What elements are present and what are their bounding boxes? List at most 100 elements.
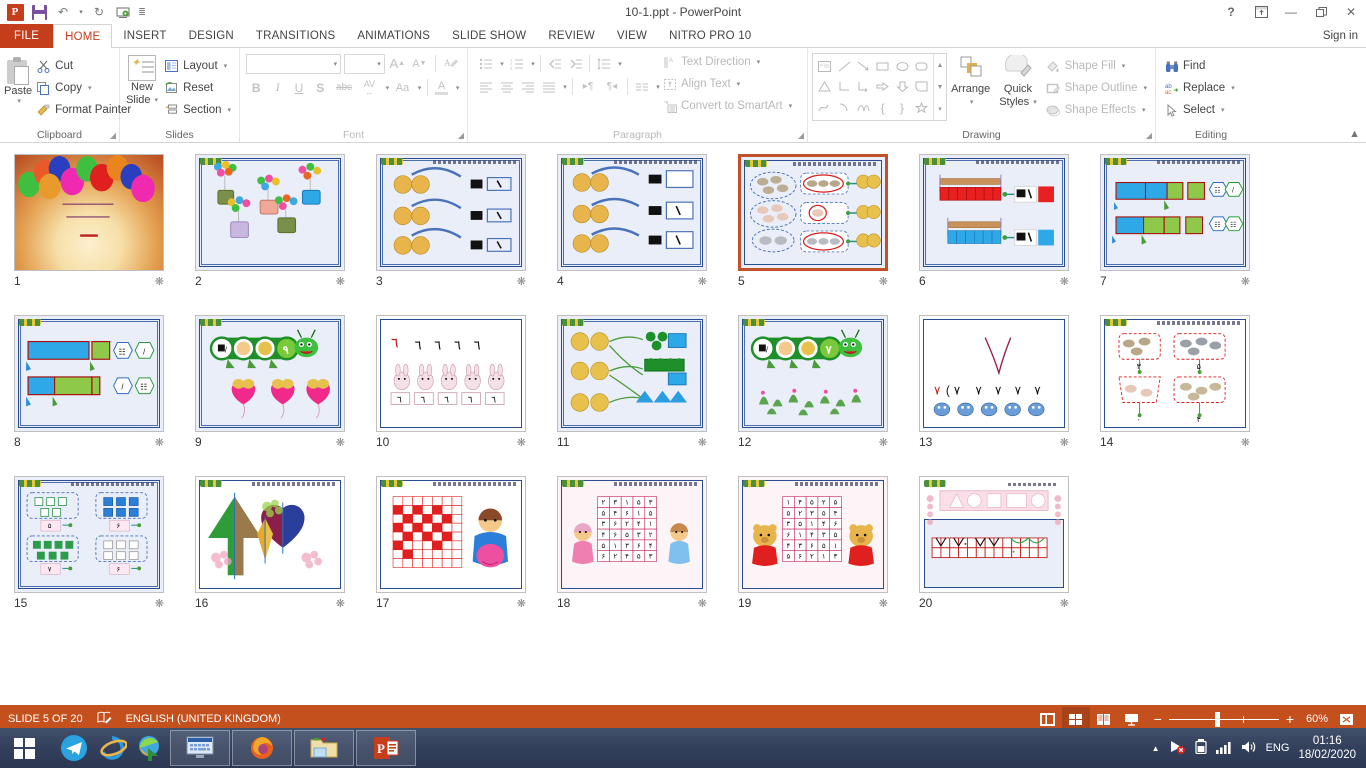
shape-outline-button[interactable]: Shape Outline ▾ (1042, 77, 1151, 99)
line-spacing-dropdown-icon[interactable]: ▾ (614, 53, 624, 74)
paste-dropdown-icon[interactable]: ▾ (17, 97, 21, 105)
zoom-in-button[interactable]: + (1286, 711, 1294, 727)
tab-file[interactable]: FILE (0, 24, 53, 48)
shape-arrow-icon[interactable] (854, 56, 873, 77)
animation-star-icon-4[interactable]: ❋ (698, 275, 707, 288)
replace-button[interactable]: abac Replace ▾ (1160, 77, 1262, 99)
network-disconnected-icon[interactable] (1169, 739, 1186, 757)
slide-thumb-image-1[interactable] (14, 154, 164, 271)
shape-rounded-rect-icon[interactable] (912, 56, 931, 77)
animation-star-icon-2[interactable]: ❋ (336, 275, 345, 288)
tab-animations[interactable]: ANIMATIONS (346, 24, 441, 48)
change-case-dropdown-icon[interactable]: ▾ (414, 77, 423, 98)
animation-star-icon-6[interactable]: ❋ (1060, 275, 1069, 288)
shapes-scroll-down-icon[interactable]: ▼ (934, 76, 946, 98)
underline-button[interactable]: U (289, 77, 309, 98)
text-direction-button[interactable]: A Text Direction ▾ (658, 51, 796, 73)
slide-sorter-pane[interactable]: 1 ❋ 2 ❋ (0, 144, 1366, 705)
slide-thumbnail-9[interactable]: ٩ / 9 ❋ (195, 315, 376, 476)
slide-thumbnail-11[interactable]: 11 ❋ (557, 315, 738, 476)
align-left-button[interactable] (475, 76, 496, 97)
font-color-dropdown-icon[interactable]: ▾ (452, 77, 461, 98)
shape-curve-icon[interactable] (854, 97, 873, 118)
collapse-ribbon-button[interactable]: ▲ (1349, 128, 1360, 140)
slide-thumbnail-8[interactable]: ☷ / / ☷ 8 ❋ (14, 315, 195, 476)
align-text-button[interactable]: Align Text ▾ (658, 73, 796, 95)
slide-thumb-image-3[interactable] (376, 154, 526, 271)
strikethrough-button[interactable]: abc (332, 77, 357, 98)
shapes-gallery-more-icon[interactable]: ▾ (934, 98, 946, 120)
slide-thumb-image-9[interactable]: ٩ / (195, 315, 345, 432)
shape-fill-button[interactable]: Shape Fill ▾ (1042, 55, 1151, 77)
taskbar-window-firefox[interactable] (232, 730, 292, 766)
animation-star-icon-16[interactable]: ❋ (336, 597, 345, 610)
zoom-slider-thumb[interactable] (1215, 712, 1220, 727)
justify-button[interactable] (538, 76, 559, 97)
copy-dropdown-icon[interactable]: ▾ (88, 84, 92, 92)
clock[interactable]: 01:16 18/02/2020 (1298, 734, 1356, 762)
slide-thumbnail-14[interactable]: ۳۵۰۴ 14 ❋ (1100, 315, 1281, 476)
shape-arc-icon[interactable] (834, 97, 853, 118)
zoom-slider[interactable]: − + (1146, 711, 1302, 727)
slide-thumb-image-11[interactable] (557, 315, 707, 432)
numbering-button[interactable]: 123 (506, 53, 527, 74)
animation-star-icon-3[interactable]: ❋ (517, 275, 526, 288)
animation-star-icon-12[interactable]: ❋ (879, 436, 888, 449)
tab-view[interactable]: VIEW (606, 24, 658, 48)
quick-styles-dropdown-icon[interactable]: ▾ (1033, 96, 1037, 109)
slide-thumbnail-15[interactable]: ۵۶۷۶ 15 ❋ (14, 476, 195, 637)
arrange-dropdown-icon[interactable]: ▾ (970, 96, 974, 109)
convert-to-smartart-button[interactable]: Convert to SmartArt ▾ (658, 95, 796, 117)
numbering-dropdown-icon[interactable]: ▾ (527, 53, 537, 74)
slide-thumbnail-4[interactable]: 4 ❋ (557, 154, 738, 315)
language-indicator-tray[interactable]: ENG (1266, 742, 1290, 754)
select-button[interactable]: Select ▾ (1160, 99, 1262, 121)
replace-dropdown-icon[interactable]: ▾ (1231, 84, 1235, 92)
clipboard-dialog-launcher[interactable]: ◢ (110, 131, 116, 140)
slide-thumb-image-13[interactable]: ٧( ٧٧٧٧٧ (919, 315, 1069, 432)
slide-thumbnail-16[interactable]: 16 ❋ (195, 476, 376, 637)
ribbon-display-options-button[interactable] (1246, 0, 1276, 24)
text-shadow-button[interactable]: S (310, 77, 330, 98)
new-slide-dropdown-icon[interactable]: ▾ (155, 94, 159, 107)
tab-slide-show[interactable]: SLIDE SHOW (441, 24, 537, 48)
slide-thumb-image-5[interactable] (738, 154, 888, 271)
shape-rectangle-icon[interactable] (873, 56, 892, 77)
tab-insert[interactable]: INSERT (112, 24, 177, 48)
zoom-out-button[interactable]: − (1154, 711, 1162, 727)
shape-oval-icon[interactable] (892, 56, 911, 77)
slide-indicator[interactable]: SLIDE 5 OF 20 (8, 713, 83, 725)
signal-bars-icon[interactable] (1216, 740, 1232, 757)
drawing-dialog-launcher[interactable]: ◢ (1146, 131, 1152, 140)
shapes-gallery[interactable]: A { } ▲ ▼ ▾ (812, 53, 947, 121)
shape-effects-dropdown-icon[interactable]: ▾ (1142, 106, 1146, 114)
slide-thumb-image-2[interactable] (195, 154, 345, 271)
animation-star-icon-19[interactable]: ❋ (879, 597, 888, 610)
align-right-button[interactable] (517, 76, 538, 97)
increase-indent-button[interactable] (565, 53, 586, 74)
animation-star-icon-10[interactable]: ❋ (517, 436, 526, 449)
font-color-button[interactable]: A (432, 77, 451, 98)
slide-thumb-image-7[interactable]: ☷ / ☷ ☷ (1100, 154, 1250, 271)
bold-button[interactable]: B (246, 77, 266, 98)
zoom-percent-label[interactable]: 60% (1302, 713, 1332, 725)
ltr-text-direction-button[interactable]: ▸¶ (576, 76, 600, 97)
proofing-icon[interactable] (97, 711, 112, 727)
font-dialog-launcher[interactable]: ◢ (458, 131, 464, 140)
animation-star-icon-18[interactable]: ❋ (698, 597, 707, 610)
shape-scribble-icon[interactable] (815, 97, 834, 118)
animation-star-icon-1[interactable]: ❋ (155, 275, 164, 288)
shape-right-brace-icon[interactable]: } (892, 97, 911, 118)
font-size-input[interactable]: ▾ (344, 54, 385, 74)
shape-textbox-icon[interactable]: A (815, 56, 834, 77)
restore-button[interactable] (1306, 0, 1336, 24)
telegram-icon[interactable] (56, 730, 92, 766)
tab-review[interactable]: REVIEW (537, 24, 606, 48)
layout-dropdown-icon[interactable]: ▾ (224, 62, 228, 70)
section-dropdown-icon[interactable]: ▾ (227, 106, 231, 114)
animation-star-icon-7[interactable]: ❋ (1241, 275, 1250, 288)
internet-download-manager-icon[interactable] (132, 730, 168, 766)
animation-star-icon-8[interactable]: ❋ (155, 436, 164, 449)
shape-right-arrow-icon[interactable] (873, 77, 892, 98)
section-button[interactable]: ✦ Section ▾ (160, 99, 235, 121)
